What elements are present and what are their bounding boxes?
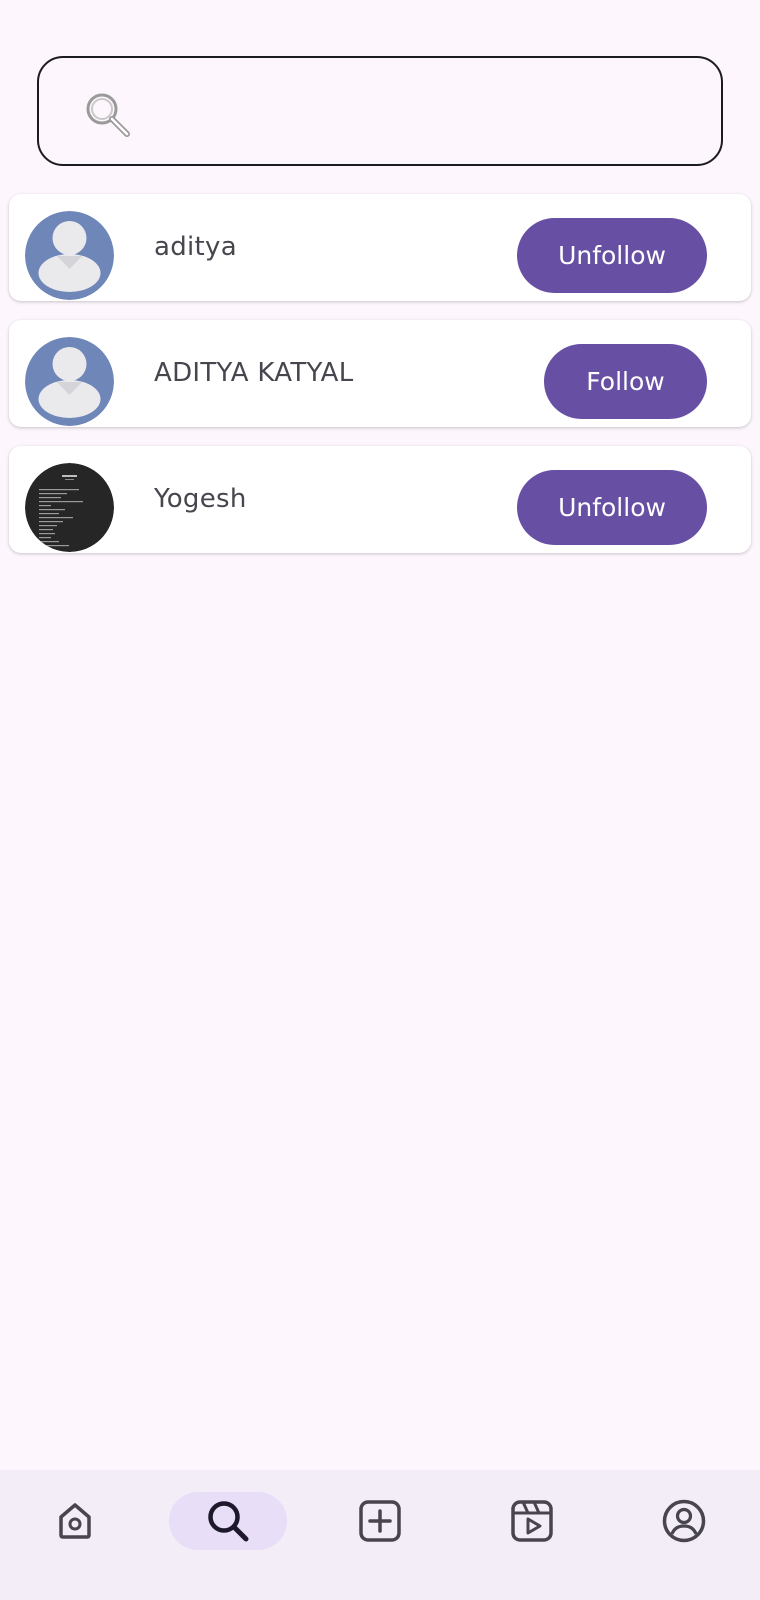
search-screen: aditya Unfollow ADITYA KATYAL Follow Yog… (0, 0, 760, 1600)
nav-add-post[interactable] (321, 1492, 439, 1550)
bottom-navigation-bar (0, 1470, 760, 1600)
avatar (25, 337, 114, 426)
user-name: ADITYA KATYAL (154, 358, 354, 388)
default-avatar-icon (25, 337, 114, 426)
photo-avatar-image (25, 463, 114, 552)
add-box-icon (359, 1500, 401, 1542)
unfollow-button[interactable]: Unfollow (517, 470, 707, 545)
user-name: Yogesh (154, 484, 247, 514)
home-icon (59, 1503, 91, 1539)
nav-reels[interactable] (473, 1492, 591, 1550)
avatar (25, 463, 114, 552)
user-card[interactable]: Yogesh Unfollow (9, 446, 751, 553)
unfollow-button[interactable]: Unfollow (517, 218, 707, 293)
nav-profile[interactable] (625, 1492, 743, 1550)
user-name: aditya (154, 232, 237, 262)
default-avatar-icon (25, 211, 114, 300)
nav-search[interactable] (169, 1492, 287, 1550)
nav-home[interactable] (16, 1492, 134, 1550)
user-card[interactable]: ADITYA KATYAL Follow (9, 320, 751, 427)
search-input[interactable] (37, 56, 723, 166)
follow-button[interactable]: Follow (544, 344, 707, 419)
search-icon (86, 93, 130, 137)
avatar (25, 211, 114, 300)
account-circle-icon (662, 1499, 706, 1543)
user-list: aditya Unfollow ADITYA KATYAL Follow Yog… (9, 194, 751, 572)
reels-icon (511, 1500, 553, 1542)
user-card[interactable]: aditya Unfollow (9, 194, 751, 301)
search-icon (208, 1501, 249, 1542)
